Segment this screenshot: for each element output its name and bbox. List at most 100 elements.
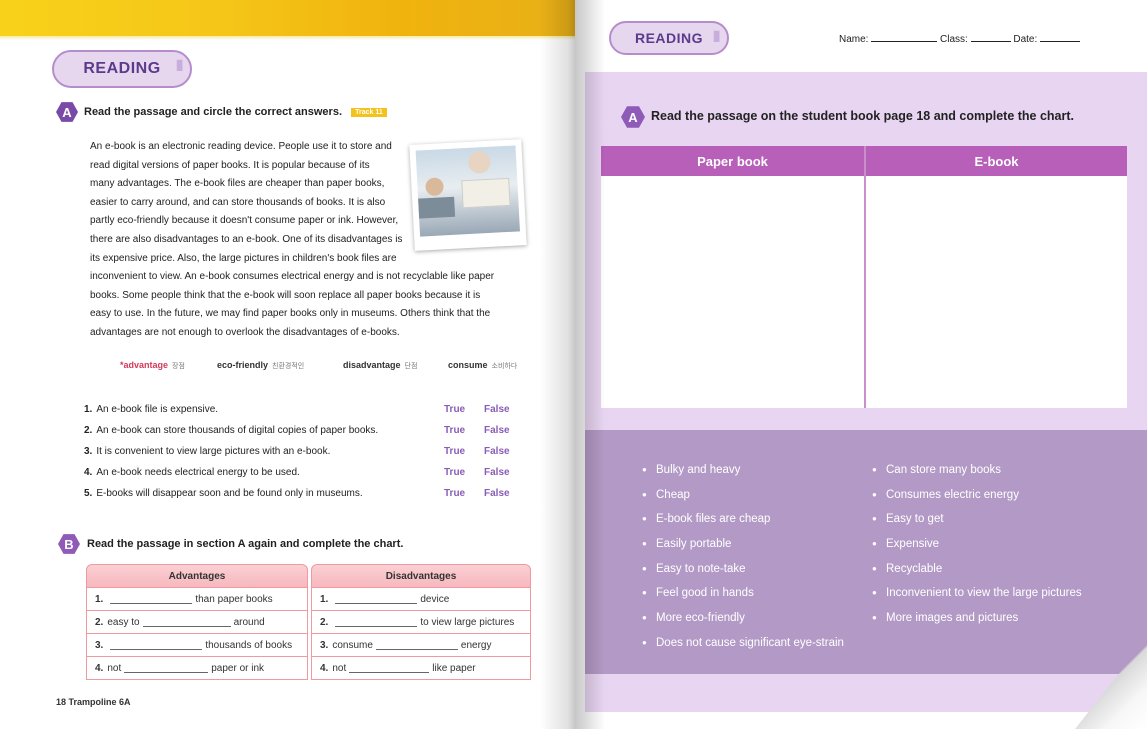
date-label: Date: xyxy=(1013,34,1038,45)
option-item[interactable]: E-book files are cheap xyxy=(642,507,844,532)
option-item[interactable]: Consumes electric energy xyxy=(872,483,1082,508)
track-badge[interactable]: Track 11 xyxy=(351,107,387,117)
paper-book-drop-area[interactable] xyxy=(601,176,864,408)
true-option[interactable]: True xyxy=(444,446,465,457)
comparison-chart: Paper book E-book xyxy=(601,146,1127,408)
question-text: An e-book needs electrical energy to be … xyxy=(96,467,300,478)
question-item: 3. It is convenient to view large picture… xyxy=(84,446,330,457)
question-number: 5. xyxy=(84,488,93,499)
passage-line: easy to use. In the future, we may find … xyxy=(90,308,491,320)
answer-blank[interactable] xyxy=(110,640,203,650)
answer-blank[interactable] xyxy=(110,594,193,604)
reading-badge-right: READING ▮ xyxy=(609,21,729,55)
row-number: 1. xyxy=(95,593,104,605)
row-number: 4. xyxy=(95,662,104,674)
top-yellow-band xyxy=(0,0,575,40)
option-item[interactable]: Does not cause significant eye-strain xyxy=(642,631,844,656)
question-text: An e-book can store thousands of digital… xyxy=(96,425,379,436)
instruction-a-text: Read the passage and circle the correct … xyxy=(84,106,343,118)
instruction-a: Read the passage and circle the correct … xyxy=(84,106,387,118)
reading-badge-label: READING xyxy=(83,60,161,77)
answer-blank[interactable] xyxy=(335,617,418,627)
passage-line: its expensive price. Also, the large pic… xyxy=(90,252,397,264)
advantages-header: Advantages xyxy=(86,564,308,588)
passage-photo xyxy=(409,139,527,251)
e-book-drop-area[interactable] xyxy=(866,176,1127,408)
option-item[interactable]: Recyclable xyxy=(872,557,1082,582)
class-field[interactable] xyxy=(970,32,1011,42)
chart-header-e-book: E-book xyxy=(866,146,1127,176)
true-option[interactable]: True xyxy=(444,404,465,415)
false-option[interactable]: False xyxy=(484,488,510,499)
option-item[interactable]: Easy to get xyxy=(872,507,1082,532)
reading-badge-right-label: READING xyxy=(634,30,704,46)
name-class-date: Name: Class: Date: xyxy=(839,32,1081,45)
reading-badge: READING ▮ xyxy=(52,50,192,88)
option-item[interactable]: Inconvenient to view the large pictures xyxy=(872,581,1082,606)
option-item[interactable]: Expensive xyxy=(872,532,1082,557)
false-option[interactable]: False xyxy=(484,425,510,436)
row-prefix: not xyxy=(107,662,122,674)
question-item: 4. An e-book needs electrical energy to b… xyxy=(84,467,300,478)
vocab-item: consume 소비하다 xyxy=(448,360,518,370)
table-row: 4. not like paper xyxy=(311,657,531,680)
option-item[interactable]: More images and pictures xyxy=(872,606,1082,631)
answer-blank[interactable] xyxy=(142,617,231,627)
option-item[interactable]: More eco-friendly xyxy=(642,606,844,631)
table-row: 1. than paper books xyxy=(86,588,308,611)
row-prefix: consume xyxy=(332,639,373,651)
option-item[interactable]: Easily portable xyxy=(642,532,844,557)
option-item[interactable]: Feel good in hands xyxy=(642,581,844,606)
section-b-marker: B xyxy=(58,534,80,554)
row-suffix: than paper books xyxy=(195,593,273,605)
question-number: 1. xyxy=(84,404,93,415)
true-option[interactable]: True xyxy=(444,467,465,478)
left-page: READING ▮ A Read the passage and circle … xyxy=(0,0,575,729)
false-option[interactable]: False xyxy=(484,467,510,478)
answer-blank[interactable] xyxy=(375,640,458,650)
name-label: Name: xyxy=(839,34,869,45)
vocab-item: eco-friendly 친환경적인 xyxy=(217,360,305,370)
chart-header-paper-book: Paper book xyxy=(601,146,864,176)
row-suffix: around xyxy=(233,616,265,628)
question-text: An e-book file is expensive. xyxy=(96,404,219,415)
false-option[interactable]: False xyxy=(484,446,510,457)
table-row: 4. not paper or ink xyxy=(86,657,308,680)
question-number: 2. xyxy=(84,425,93,436)
bottom-panel xyxy=(585,674,1147,712)
page-footer: 18 Trampoline 6A xyxy=(56,697,131,707)
row-suffix: like paper xyxy=(432,662,476,674)
row-suffix: thousands of books xyxy=(205,639,293,651)
option-item[interactable]: Cheap xyxy=(642,483,844,508)
date-field[interactable] xyxy=(1040,32,1081,42)
passage-line: advantages are not enough to overlook th… xyxy=(90,326,400,338)
vocab-item: *advantage 장점 xyxy=(120,360,185,370)
answer-blank[interactable] xyxy=(335,594,418,604)
instruction-b: Read the passage in section A again and … xyxy=(87,538,404,550)
question-text: E-books will disappear soon and be found… xyxy=(96,488,363,499)
row-prefix: easy to xyxy=(107,616,140,628)
passage-line: books. Some people think that the e-book… xyxy=(90,289,481,301)
name-field[interactable] xyxy=(871,32,938,42)
question-item: 2. An e-book can store thousands of digit… xyxy=(84,425,378,436)
options-list-right: Can store many booksConsumes electric en… xyxy=(872,458,1082,631)
true-option[interactable]: True xyxy=(444,425,465,436)
option-item[interactable]: Bulky and heavy xyxy=(642,458,844,483)
true-option[interactable]: True xyxy=(444,488,465,499)
option-item[interactable]: Easy to note-take xyxy=(642,557,844,582)
option-item[interactable]: Can store many books xyxy=(872,458,1082,483)
vocab-item: disadvantage 단점 xyxy=(343,360,418,370)
instruction-right: Read the passage on the student book pag… xyxy=(651,109,1075,123)
book-icon: ▮ xyxy=(175,56,184,72)
answer-blank[interactable] xyxy=(349,663,430,673)
right-page: READING ▮ Name: Class: Date: A Read the … xyxy=(575,0,1147,729)
false-option[interactable]: False xyxy=(484,404,510,415)
row-number: 4. xyxy=(320,662,329,674)
answer-blank[interactable] xyxy=(124,663,209,673)
table-row: 3. thousands of books xyxy=(86,634,308,657)
disadvantages-table: Disadvantages 1. device 2. to view large pi… xyxy=(311,564,531,680)
row-number: 3. xyxy=(95,639,104,651)
question-text: It is convenient to view large pictures … xyxy=(96,446,331,457)
question-number: 3. xyxy=(84,446,93,457)
table-row: 2. to view large pictures xyxy=(311,611,531,634)
